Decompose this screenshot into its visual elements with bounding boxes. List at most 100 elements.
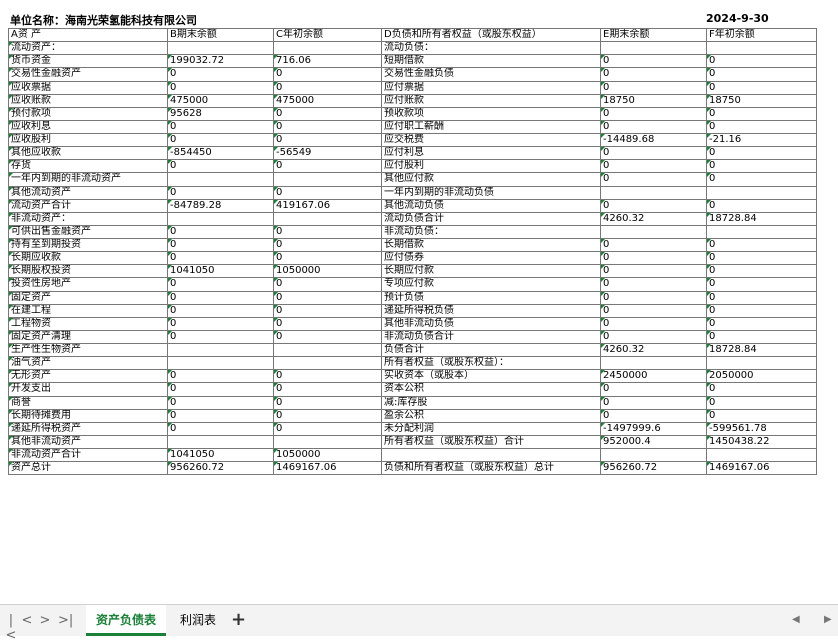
row-label-cell[interactable]: 其他应收款 xyxy=(8,146,168,161)
row-label-cell[interactable]: 存货 xyxy=(8,159,168,174)
value-cell[interactable]: 0 xyxy=(600,264,707,279)
value-cell[interactable] xyxy=(167,356,274,371)
value-cell[interactable] xyxy=(600,41,707,56)
row-label-cell[interactable]: 其他流动资产 xyxy=(8,185,168,200)
value-cell[interactable]: 0 xyxy=(706,408,817,423)
value-cell[interactable]: 0 xyxy=(273,316,382,331)
column-header[interactable]: C年初余额 xyxy=(273,27,382,43)
value-cell[interactable] xyxy=(273,434,382,450)
row-label-cell[interactable]: 应付债券 xyxy=(381,251,601,266)
row-label-cell[interactable]: 负债和所有者权益（或股东权益）总计 xyxy=(381,461,601,476)
value-cell[interactable]: 0 xyxy=(273,159,382,174)
value-cell[interactable]: 0 xyxy=(600,172,707,187)
value-cell[interactable]: -56549 xyxy=(273,146,382,161)
row-label-cell[interactable]: 非流动资产合计 xyxy=(8,447,168,463)
value-cell[interactable]: 0 xyxy=(706,290,817,305)
value-cell[interactable]: 0 xyxy=(273,329,382,345)
value-cell[interactable]: 0 xyxy=(167,237,274,253)
value-cell[interactable]: 2050000 xyxy=(706,369,817,384)
value-cell[interactable]: 0 xyxy=(600,198,707,213)
row-label-cell[interactable]: 工程物资 xyxy=(8,316,168,331)
row-label-cell[interactable]: 交易性金融资产 xyxy=(8,67,168,82)
value-cell[interactable]: 0 xyxy=(706,172,817,187)
value-cell[interactable] xyxy=(273,356,382,371)
row-label-cell[interactable]: 长期待摊费用 xyxy=(8,408,168,423)
row-label-cell[interactable]: 应付利息 xyxy=(381,146,601,161)
value-cell[interactable]: 0 xyxy=(167,119,274,135)
value-cell[interactable]: 0 xyxy=(706,264,817,279)
row-label-cell[interactable]: 投资性房地产 xyxy=(8,277,168,292)
value-cell[interactable]: 18728.84 xyxy=(706,342,817,358)
row-label-cell[interactable]: 一年内到期的非流动负债 xyxy=(381,185,601,200)
row-label-cell[interactable]: 应付票据 xyxy=(381,80,601,95)
row-label-cell[interactable]: 预付款项 xyxy=(8,106,168,121)
value-cell[interactable]: 956260.72 xyxy=(167,461,274,476)
value-cell[interactable] xyxy=(706,447,817,463)
row-label-cell[interactable]: 其他应付款 xyxy=(381,172,601,187)
tab-income-statement[interactable]: 利润表 xyxy=(170,605,226,636)
row-label-cell[interactable]: 流动负债合计 xyxy=(381,211,601,226)
value-cell[interactable]: 956260.72 xyxy=(600,461,707,476)
value-cell[interactable]: 1050000 xyxy=(273,264,382,279)
value-cell[interactable]: 95628 xyxy=(167,106,274,121)
value-cell[interactable]: 0 xyxy=(600,382,707,397)
value-cell[interactable] xyxy=(706,41,817,56)
row-label-cell[interactable]: 固定资产 xyxy=(8,290,168,305)
value-cell[interactable]: 1450438.22 xyxy=(706,434,817,450)
value-cell[interactable]: 0 xyxy=(273,303,382,318)
first-sheet-button[interactable]: |< xyxy=(4,613,18,643)
row-label-cell[interactable]: 应交税费 xyxy=(381,132,601,148)
value-cell[interactable]: 0 xyxy=(706,237,817,253)
column-header[interactable]: D负债和所有者权益（或股东权益） xyxy=(381,27,601,43)
tab-balance-sheet[interactable]: 资产负债表 xyxy=(86,605,167,636)
value-cell[interactable]: 0 xyxy=(273,395,382,410)
value-cell[interactable]: 0 xyxy=(273,132,382,148)
value-cell[interactable]: -84789.28 xyxy=(167,198,274,213)
column-header[interactable]: A资 产 xyxy=(8,27,168,43)
row-label-cell[interactable]: 长期应收款 xyxy=(8,251,168,266)
value-cell[interactable]: 0 xyxy=(706,80,817,95)
row-label-cell[interactable]: 应付股利 xyxy=(381,159,601,174)
value-cell[interactable]: 716.06 xyxy=(273,54,382,69)
value-cell[interactable]: 1469167.06 xyxy=(706,461,817,476)
value-cell[interactable]: 0 xyxy=(273,277,382,292)
value-cell[interactable]: 0 xyxy=(167,421,274,436)
row-label-cell[interactable]: 专项应付款 xyxy=(381,277,601,292)
value-cell[interactable]: 0 xyxy=(167,290,274,305)
value-cell[interactable]: 0 xyxy=(600,237,707,253)
row-label-cell[interactable]: 固定资产清理 xyxy=(8,329,168,345)
value-cell[interactable]: 0 xyxy=(167,303,274,318)
scroll-left-icon[interactable]: ◀ xyxy=(792,614,800,625)
row-label-cell[interactable]: 短期借款 xyxy=(381,54,601,69)
value-cell[interactable]: 0 xyxy=(600,159,707,174)
value-cell[interactable]: 0 xyxy=(600,80,707,95)
row-label-cell[interactable]: 应付账款 xyxy=(381,93,601,108)
last-sheet-button[interactable]: >| xyxy=(58,613,73,628)
scroll-right-icon[interactable]: ▶ xyxy=(824,614,832,625)
row-label-cell[interactable]: 交易性金融负债 xyxy=(381,67,601,82)
add-sheet-button[interactable]: + xyxy=(231,609,246,630)
value-cell[interactable] xyxy=(600,185,707,200)
row-label-cell[interactable]: 流动资产合计 xyxy=(8,198,168,213)
value-cell[interactable] xyxy=(167,41,274,56)
row-label-cell[interactable]: 生产性生物资产 xyxy=(8,342,168,358)
row-label-cell[interactable]: 资本公积 xyxy=(381,382,601,397)
value-cell[interactable] xyxy=(273,172,382,187)
value-cell[interactable]: -14489.68 xyxy=(600,132,707,148)
value-cell[interactable] xyxy=(167,211,274,226)
value-cell[interactable]: 0 xyxy=(273,369,382,384)
value-cell[interactable]: 0 xyxy=(167,277,274,292)
value-cell[interactable]: 0 xyxy=(600,146,707,161)
row-label-cell[interactable]: 应收利息 xyxy=(8,119,168,135)
row-label-cell[interactable]: 油气资产 xyxy=(8,356,168,371)
value-cell[interactable]: 0 xyxy=(167,329,274,345)
value-cell[interactable]: 0 xyxy=(706,303,817,318)
row-label-cell[interactable]: 其他流动负债 xyxy=(381,198,601,213)
row-label-cell[interactable]: 应收票据 xyxy=(8,80,168,95)
value-cell[interactable]: 0 xyxy=(273,185,382,200)
value-cell[interactable]: 0 xyxy=(273,382,382,397)
value-cell[interactable]: 0 xyxy=(167,382,274,397)
value-cell[interactable] xyxy=(167,172,274,187)
value-cell[interactable]: 1469167.06 xyxy=(273,461,382,476)
row-label-cell[interactable]: 无形资产 xyxy=(8,369,168,384)
